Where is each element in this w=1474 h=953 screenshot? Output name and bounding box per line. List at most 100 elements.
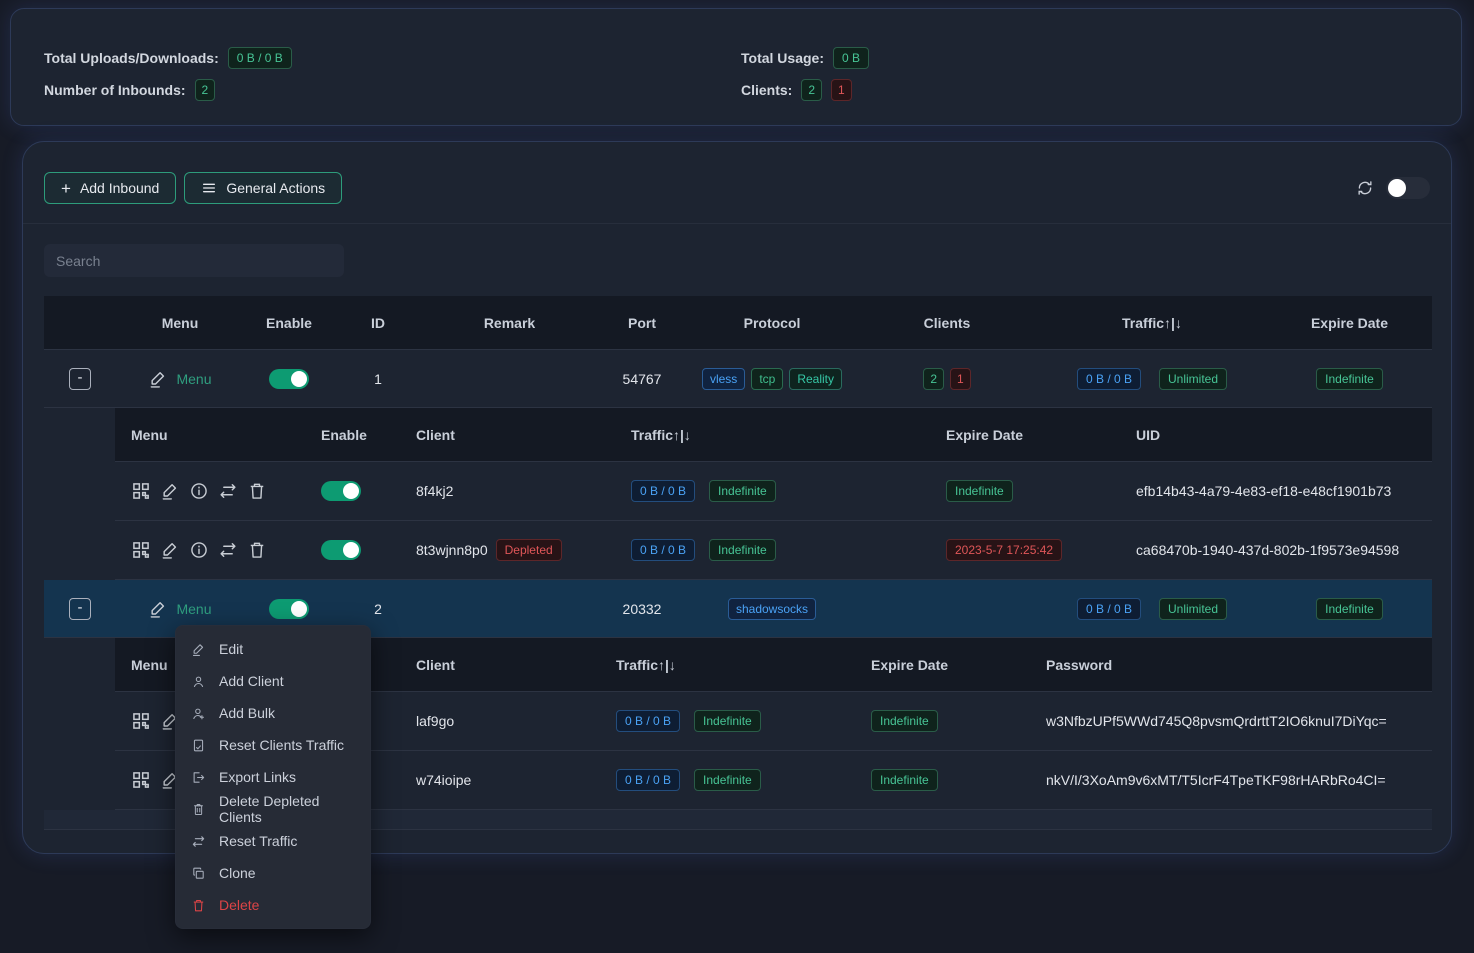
client-traffic: 0 B / 0 B Indefinite (600, 769, 855, 791)
context-menu-delete-depleted-clients[interactable]: Delete Depleted Clients (176, 793, 370, 825)
client-password: nkV/I/3XoAm9v6xMT/T5IcrF4TpeTKF98rHARbRo… (1030, 772, 1432, 788)
inbound-1-id: 1 (334, 371, 422, 387)
context-menu-add-client[interactable]: Add Client (176, 665, 370, 697)
header-menu: Menu (116, 315, 244, 331)
context-menu-add-bulk[interactable]: Add Bulk (176, 697, 370, 729)
stat-label: Clients: (741, 82, 792, 98)
protocol-tag-reality: Reality (789, 368, 842, 390)
inbound-2-traffic: 0 B / 0 B Unlimited (1037, 598, 1267, 620)
menu-item-label: Add Client (219, 673, 284, 689)
traffic-badge: 0 B / 0 B (1077, 598, 1141, 620)
inbound-2-enable-toggle[interactable] (269, 599, 309, 619)
client-name: 8f4kj2 (400, 483, 615, 499)
clients-depleted-badge: 1 (831, 79, 852, 101)
context-menu-edit[interactable]: Edit (176, 633, 370, 665)
info-icon[interactable] (189, 481, 209, 501)
inbound-2-protocols: shadowsocks (687, 598, 857, 620)
export-icon (191, 770, 206, 785)
header-traffic-sort[interactable]: Traffic↑|↓ (1037, 315, 1267, 331)
stat-label: Number of Inbounds: (44, 82, 186, 98)
reset-traffic-icon[interactable] (218, 481, 238, 501)
expire-date-badge: Indefinite (871, 769, 938, 791)
general-actions-button[interactable]: General Actions (184, 172, 342, 204)
menu-item-label: Reset Traffic (219, 833, 297, 849)
client-enable-toggle[interactable] (321, 540, 361, 560)
collapse-inbound-1-button[interactable]: - (69, 368, 91, 390)
traffic-limit-badge: Indefinite (694, 710, 761, 732)
inbound-2-port: 20332 (597, 601, 687, 617)
inbounds-table-header: Menu Enable ID Remark Port Protocol Clie… (44, 296, 1432, 350)
info-icon[interactable] (189, 540, 209, 560)
refresh-icon[interactable] (1356, 179, 1374, 197)
protocol-tag-tcp: tcp (751, 368, 783, 390)
menu-item-label: Edit (219, 641, 243, 657)
header-traffic-sort[interactable]: Traffic↑|↓ (600, 657, 855, 673)
traffic-limit-badge: Indefinite (709, 480, 776, 502)
context-menu-clone[interactable]: Clone (176, 857, 370, 889)
traffic-badge: 0 B / 0 B (616, 769, 680, 791)
stat-clients: Clients: 2 1 (741, 78, 852, 102)
header-expire-date: Expire Date (855, 657, 1030, 673)
copy-icon (191, 866, 206, 881)
stat-number-of-inbounds: Number of Inbounds: 2 (44, 78, 215, 102)
collapse-inbound-2-button[interactable]: - (69, 598, 91, 620)
header-password: Password (1030, 657, 1432, 673)
edit-client-icon[interactable] (160, 481, 180, 501)
stat-label: Total Usage: (741, 50, 824, 66)
menu-item-label: Add Bulk (219, 705, 275, 721)
header-menu: Menu (115, 427, 305, 443)
client-enable-toggle[interactable] (321, 481, 361, 501)
client-actions (115, 481, 305, 501)
context-menu-delete[interactable]: Delete (176, 889, 370, 921)
menu-item-label: Clone (219, 865, 256, 881)
qr-code-icon[interactable] (131, 711, 151, 731)
context-menu-export-links[interactable]: Export Links (176, 761, 370, 793)
reset-traffic-icon[interactable] (218, 540, 238, 560)
client-traffic: 0 B / 0 B Indefinite (615, 480, 930, 502)
delete-client-icon[interactable] (247, 540, 267, 560)
protocol-tag-shadowsocks: shadowsocks (728, 598, 816, 620)
client-name: laf9go (400, 713, 600, 729)
vless-clients-table: Menu Enable Client Traffic↑|↓ Expire Dat… (115, 408, 1432, 580)
user-icon (191, 674, 206, 689)
trash-icon (191, 898, 206, 913)
traffic-badge: 0 B / 0 B (1077, 368, 1141, 390)
add-inbound-label: Add Inbound (80, 180, 159, 196)
menu-item-label: Delete (219, 897, 259, 913)
inbound-1-enable-toggle[interactable] (269, 369, 309, 389)
header-expire-date: Expire Date (1267, 315, 1432, 331)
inbound-row-1: - Menu 1 54767 vless tcp Reality 2 1 0 B… (44, 350, 1432, 408)
plus-icon: + (61, 180, 71, 197)
clients-depleted-badge: 1 (950, 368, 971, 390)
header-traffic-sort[interactable]: Traffic↑|↓ (615, 427, 930, 443)
context-menu-reset-clients-traffic[interactable]: Reset Clients Traffic (176, 729, 370, 761)
client-actions (115, 540, 305, 560)
qr-code-icon[interactable] (131, 770, 151, 790)
user-add-icon (191, 706, 206, 721)
add-inbound-button[interactable]: + Add Inbound (44, 172, 176, 204)
inbound-1-menu-button[interactable]: Menu (116, 369, 244, 389)
delete-client-icon[interactable] (247, 481, 267, 501)
stats-panel: Total Uploads/Downloads: 0 B / 0 B Total… (10, 8, 1462, 126)
hamburger-icon (201, 180, 217, 196)
client-password: w3NfbzUPf5WWd745Q8pvsmQrdrttT2IO6knuI7Di… (1030, 713, 1432, 729)
client-name: 8t3wjnn8p0 (416, 542, 488, 558)
toolbar-divider (23, 223, 1451, 224)
edit-client-icon[interactable] (160, 540, 180, 560)
qr-code-icon[interactable] (131, 481, 151, 501)
search-input[interactable] (44, 244, 344, 277)
clients-active-badge: 2 (923, 368, 944, 390)
header-id: ID (334, 315, 422, 331)
auto-refresh-toggle[interactable] (1386, 177, 1430, 199)
inbound-1-clients: 2 1 (857, 368, 1037, 390)
total-uploads-downloads-badge: 0 B / 0 B (228, 47, 292, 69)
client-row-8f4kj2: 8f4kj2 0 B / 0 B Indefinite Indefinite e… (115, 462, 1432, 521)
menu-item-label: Delete Depleted Clients (219, 793, 355, 825)
header-protocol: Protocol (687, 315, 857, 331)
stat-total-usage: Total Usage: 0 B (741, 46, 869, 70)
header-client: Client (400, 657, 600, 673)
inbound-2-menu-button[interactable]: Menu (116, 599, 244, 619)
qr-code-icon[interactable] (131, 540, 151, 560)
menu-item-label: Export Links (219, 769, 296, 785)
context-menu-reset-traffic[interactable]: Reset Traffic (176, 825, 370, 857)
